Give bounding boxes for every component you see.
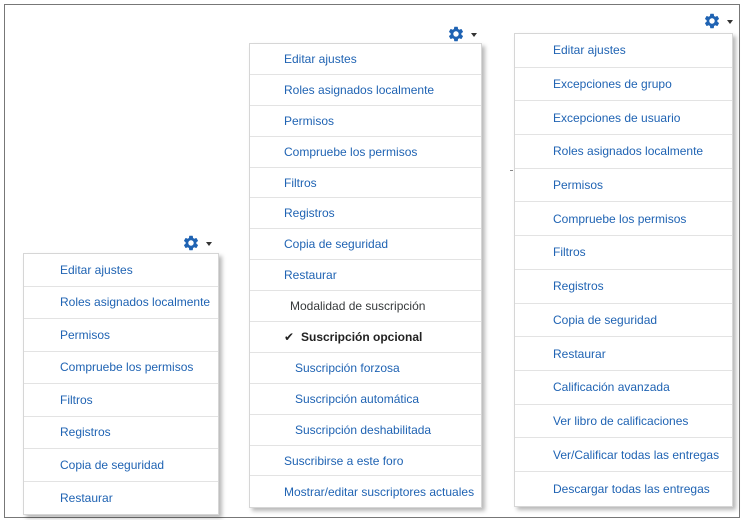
- menu-item-editar-ajustes[interactable]: Editar ajustes: [24, 254, 218, 287]
- caret-down-icon: [206, 242, 212, 246]
- menu-item-copia-seguridad[interactable]: Copia de seguridad: [515, 304, 732, 338]
- caret-down-icon: [471, 33, 477, 37]
- menu-item-copia-seguridad[interactable]: Copia de seguridad: [250, 229, 481, 261]
- menu-item-roles-asignados[interactable]: Roles asignados localmente: [250, 75, 481, 106]
- menu-item-registros[interactable]: Registros: [250, 198, 481, 230]
- menu-item-restaurar[interactable]: Restaurar: [515, 337, 732, 371]
- menu-item-editar-ajustes[interactable]: Editar ajustes: [515, 34, 732, 68]
- menu-item-copia-seguridad[interactable]: Copia de seguridad: [24, 449, 218, 482]
- menu-item-registros[interactable]: Registros: [24, 417, 218, 449]
- subscription-option-automatica[interactable]: Suscripción automática: [250, 384, 481, 415]
- menu-item-excepciones-usuario[interactable]: Excepciones de usuario: [515, 101, 732, 136]
- divider-mark: [510, 170, 513, 171]
- menu-item-descargar-entregas[interactable]: Descargar todas las entregas: [515, 472, 732, 506]
- menu-item-excepciones-grupo[interactable]: Excepciones de grupo: [515, 68, 732, 102]
- settings-menu-button-left[interactable]: [182, 234, 212, 252]
- settings-dropdown-left: Editar ajustes Roles asignados localment…: [23, 253, 219, 515]
- menu-item-registros[interactable]: Registros: [515, 270, 732, 304]
- subscription-mode-header: Modalidad de suscripción: [250, 291, 481, 323]
- menu-item-ver-calificar-entregas[interactable]: Ver/Calificar todas las entregas: [515, 438, 732, 472]
- gear-icon: [704, 13, 720, 29]
- gear-icon: [183, 235, 199, 251]
- menu-item-calificacion-avanzada[interactable]: Calificación avanzada: [515, 371, 732, 405]
- checkmark-icon: ✔: [284, 329, 295, 344]
- caret-down-icon: [727, 20, 733, 24]
- menu-item-permisos[interactable]: Permisos: [24, 319, 218, 352]
- subscription-option-forzosa[interactable]: Suscripción forzosa: [250, 353, 481, 384]
- menu-item-roles-asignados[interactable]: Roles asignados localmente: [24, 287, 218, 319]
- menu-item-filtros[interactable]: Filtros: [515, 236, 732, 270]
- menu-item-permisos[interactable]: Permisos: [250, 106, 481, 137]
- menu-item-compruebe-permisos[interactable]: Compruebe los permisos: [515, 202, 732, 237]
- menu-item-filtros[interactable]: Filtros: [250, 168, 481, 199]
- menu-item-editar-ajustes[interactable]: Editar ajustes: [250, 44, 481, 75]
- menu-item-compruebe-permisos[interactable]: Compruebe los permisos: [24, 352, 218, 384]
- settings-dropdown-middle: Editar ajustes Roles asignados localment…: [249, 43, 482, 509]
- menu-item-permisos[interactable]: Permisos: [515, 169, 732, 203]
- settings-dropdown-right: Editar ajustes Excepciones de grupo Exce…: [514, 33, 733, 507]
- subscription-option-deshabilitada[interactable]: Suscripción deshabilitada: [250, 415, 481, 446]
- settings-menu-button-right[interactable]: [703, 12, 733, 30]
- subscription-option-opcional[interactable]: ✔ Suscripción opcional: [250, 322, 481, 353]
- menu-item-restaurar[interactable]: Restaurar: [250, 260, 481, 292]
- menu-item-compruebe-permisos[interactable]: Compruebe los permisos: [250, 137, 481, 168]
- menu-item-restaurar[interactable]: Restaurar: [24, 482, 218, 515]
- settings-menu-button-middle[interactable]: [447, 25, 477, 43]
- subscription-option-label: Suscripción opcional: [301, 329, 423, 344]
- menu-item-ver-libro-calificaciones[interactable]: Ver libro de calificaciones: [515, 405, 732, 439]
- menu-item-filtros[interactable]: Filtros: [24, 384, 218, 417]
- gear-icon: [448, 26, 464, 42]
- subscribe-forum-link[interactable]: Suscribirse a este foro: [250, 446, 481, 477]
- menu-item-roles-asignados[interactable]: Roles asignados localmente: [515, 135, 732, 169]
- show-subscribers-link[interactable]: Mostrar/editar suscriptores actuales: [250, 476, 481, 507]
